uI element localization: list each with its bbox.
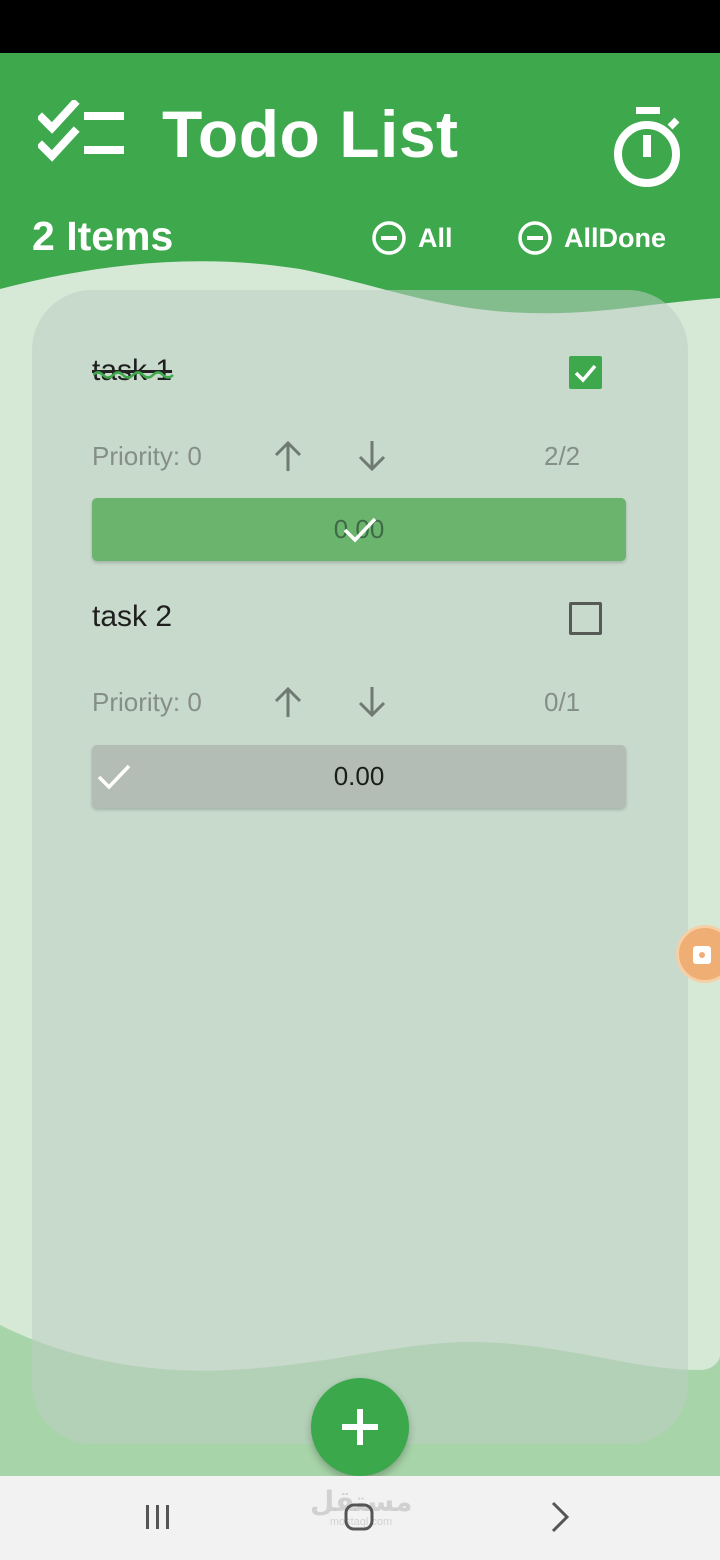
arrow-down-icon[interactable] bbox=[355, 685, 389, 719]
spellcheck-underline bbox=[93, 371, 174, 379]
filter-alldone-label: AllDone bbox=[564, 222, 667, 253]
plus-icon bbox=[342, 1409, 378, 1445]
check-icon bbox=[97, 764, 131, 790]
task-done-checkbox[interactable] bbox=[569, 356, 602, 389]
minus-circle-icon bbox=[518, 221, 552, 255]
checklist-icon bbox=[38, 100, 124, 162]
priority-label: Priority: 0 bbox=[92, 441, 202, 471]
subtask-count: 0/1 bbox=[544, 687, 581, 717]
filter-all-label: All bbox=[418, 222, 453, 253]
arrow-up-icon[interactable] bbox=[271, 439, 305, 473]
priority-label: Priority: 0 bbox=[92, 687, 202, 717]
status-bar bbox=[0, 0, 720, 53]
task-title[interactable]: task 2 bbox=[92, 600, 172, 634]
filter-alldone-button[interactable]: AllDone bbox=[517, 218, 666, 258]
video-camera-icon bbox=[693, 946, 711, 964]
add-task-button[interactable] bbox=[311, 1378, 409, 1476]
task-progress-bar[interactable]: 0.00 bbox=[92, 745, 626, 808]
minus-circle-icon bbox=[372, 221, 406, 255]
check-icon bbox=[574, 364, 597, 383]
task-progress-bar[interactable]: 0.00 bbox=[92, 498, 626, 561]
task-done-checkbox[interactable] bbox=[569, 602, 602, 635]
recent-apps-icon[interactable] bbox=[143, 1503, 173, 1531]
back-icon[interactable] bbox=[549, 1500, 571, 1534]
filter-all-button[interactable]: All bbox=[371, 218, 453, 258]
subtask-count: 2/2 bbox=[544, 441, 581, 471]
app-title: Todo List bbox=[162, 97, 459, 171]
arrow-down-icon[interactable] bbox=[355, 439, 389, 473]
stopwatch-icon[interactable] bbox=[604, 103, 692, 191]
progress-value: 0.00 bbox=[333, 761, 385, 791]
check-icon bbox=[343, 517, 377, 543]
arrow-up-icon[interactable] bbox=[271, 685, 305, 719]
home-icon[interactable] bbox=[343, 1502, 375, 1532]
items-count: 2 Items bbox=[32, 213, 174, 259]
